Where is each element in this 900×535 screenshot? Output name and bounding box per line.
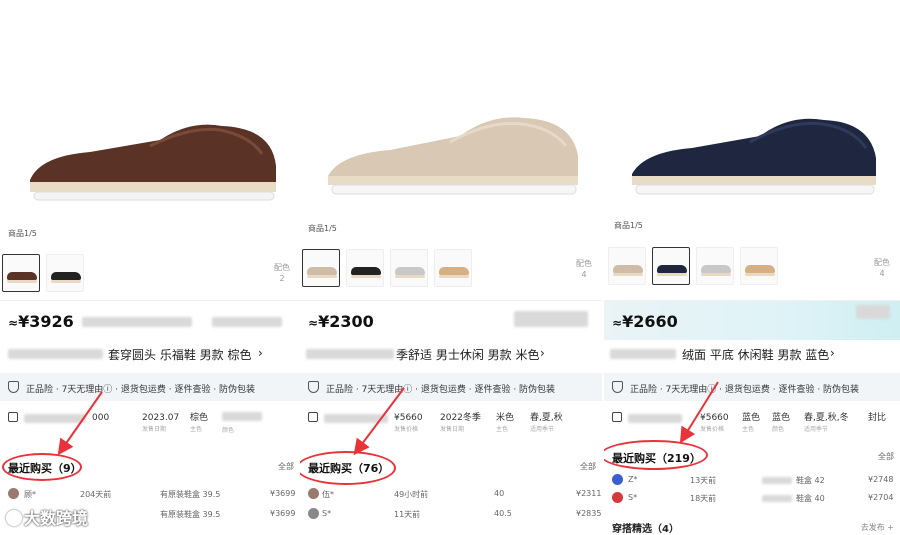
calendar-icon — [612, 412, 622, 422]
logo-icon — [6, 510, 22, 526]
product-title[interactable]: 季舒适 男士休闲 男款 米色 › — [300, 340, 602, 370]
calendar-icon — [8, 412, 18, 422]
loafer-brown-image — [30, 124, 276, 201]
purchase-row: S* 18天前 鞋盒 40 ¥2704 — [604, 488, 900, 508]
shield-icon — [308, 381, 319, 393]
guarantee-bar[interactable]: 正品险 · 7天无理由ⓘ · 退货包运费 · 逐件查验 · 防伪包装 — [604, 373, 900, 401]
blurred-text — [212, 317, 282, 327]
product-panel-3: 商品1/5 配色 4 ≈¥2660 绒面 平底 休闲鞋 男款 蓝色 › 正品险 ·… — [604, 0, 900, 535]
purchase-row: 伍* 49小时前 40 ¥2311 — [300, 484, 602, 504]
thumbnail-tan[interactable] — [740, 247, 778, 285]
blurred-text — [8, 349, 103, 359]
product-info-row: 000 2023.07 发售日期 棕色 主色 颜色 — [0, 404, 300, 440]
outfit-section-title: 穿搭精选（4） — [612, 524, 679, 535]
product-hero-image — [300, 0, 602, 222]
view-all-link[interactable]: 全部 — [580, 461, 596, 472]
avatar — [8, 488, 19, 499]
image-page-indicator: 商品1/5 — [308, 224, 337, 233]
product-info-row: ¥5660 发售价格 2022冬季 发售日期 米色 主色 春,夏,秋 适用季节 — [300, 404, 602, 440]
thumbnail-black[interactable] — [46, 254, 84, 292]
purchase-row: 顾* 204天前 有原装鞋盒 39.5 ¥3699 — [0, 484, 300, 504]
chevron-right-icon: › — [258, 346, 263, 360]
product-info-row: ¥5660 发售价格 蓝色 主色 蓝色 颜色 春,夏,秋,冬 适用季节 封比 — [604, 404, 900, 440]
price-row: ≈¥3926 — [0, 300, 300, 340]
blurred-text — [610, 349, 676, 359]
highlight-ellipse — [2, 453, 82, 481]
thumbnail-grey[interactable] — [390, 249, 428, 287]
image-page-indicator: 商品1/5 — [614, 221, 643, 230]
plus-icon: + — [884, 523, 894, 532]
product-hero-image — [604, 0, 900, 222]
thumbnail-beige[interactable] — [608, 247, 646, 285]
view-all-link[interactable]: 全部 — [278, 461, 294, 472]
blurred-text — [514, 311, 588, 327]
thumbnail-black[interactable] — [346, 249, 384, 287]
price: ≈¥3926 — [8, 312, 74, 331]
image-page-indicator: 商品1/5 — [8, 229, 37, 238]
product-hero-image — [0, 0, 300, 222]
product-panel-1: 商品1/5 配色 2 ≈¥3926 套穿圆头 乐福鞋 男款 棕色 › 正品险 · … — [0, 0, 300, 535]
highlight-ellipse — [300, 451, 396, 485]
blurred-text — [82, 317, 192, 327]
avatar — [612, 492, 623, 503]
highlight-ellipse — [604, 440, 708, 470]
shield-icon — [612, 381, 623, 393]
product-title[interactable]: 套穿圆头 乐福鞋 男款 棕色 › — [0, 340, 300, 370]
color-count[interactable]: 配色 4 — [576, 258, 592, 280]
price-row: ≈¥2660 — [604, 300, 900, 340]
loafer-navy-image — [632, 118, 876, 195]
calendar-icon — [308, 412, 318, 422]
shield-icon — [8, 381, 19, 393]
blurred-text — [306, 349, 394, 359]
thumbnail-brown[interactable] — [2, 254, 40, 292]
product-title[interactable]: 绒面 平底 休闲鞋 男款 蓝色 › — [604, 340, 900, 370]
thumbnail-navy[interactable] — [652, 247, 690, 285]
price-row: ≈¥2300 — [300, 300, 602, 340]
blurred-text — [628, 414, 682, 423]
product-panel-2: 商品1/5 配色 4 ≈¥2300 季舒适 男士休闲 男款 米色 › 正品险 · … — [300, 0, 602, 535]
avatar — [308, 508, 319, 519]
thumbnail-grey[interactable] — [696, 247, 734, 285]
avatar — [308, 488, 319, 499]
blurred-text — [24, 414, 86, 423]
watermark: 大数跨境 — [6, 505, 88, 529]
chevron-right-icon: › — [830, 346, 835, 360]
color-thumbnails — [302, 249, 472, 287]
publish-outfit-link[interactable]: 去发布 + — [861, 522, 894, 533]
price: ≈¥2660 — [612, 312, 678, 331]
blurred-text — [856, 305, 890, 319]
purchase-row: Z* 13天前 鞋盒 42 ¥2748 — [604, 470, 900, 490]
guarantee-bar[interactable]: 正品险 · 7天无理由ⓘ · 退货包运费 · 逐件查验 · 防伪包装 — [300, 373, 602, 401]
loafer-beige-image — [328, 117, 578, 195]
blurred-text — [324, 414, 388, 423]
thumbnail-tan[interactable] — [434, 249, 472, 287]
view-all-link[interactable]: 全部 — [878, 451, 894, 462]
chevron-right-icon: › — [540, 346, 545, 360]
thumbnail-beige[interactable] — [302, 249, 340, 287]
guarantee-bar[interactable]: 正品险 · 7天无理由ⓘ · 退货包运费 · 逐件查验 · 防伪包装 — [0, 373, 300, 401]
purchase-row: S* 11天前 40.5 ¥2835 — [300, 504, 602, 524]
color-thumbnails — [608, 247, 778, 285]
color-count[interactable]: 配色 2 — [274, 262, 290, 284]
color-thumbnails — [2, 254, 84, 292]
avatar — [612, 474, 623, 485]
color-count[interactable]: 配色 4 — [874, 257, 890, 279]
price: ≈¥2300 — [308, 312, 374, 331]
